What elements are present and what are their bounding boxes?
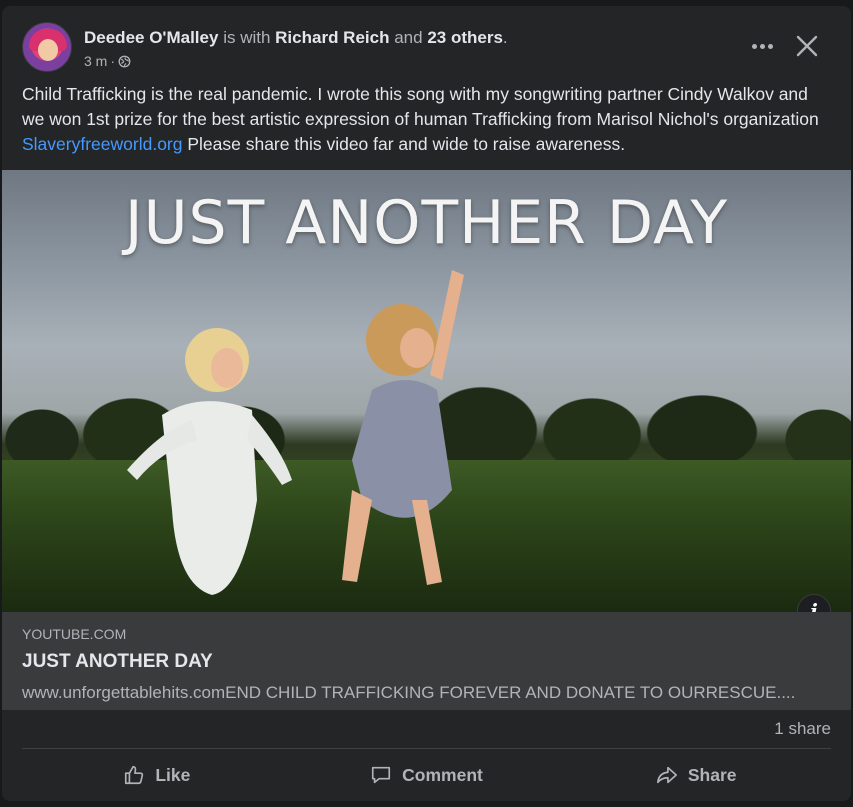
video-thumbnail[interactable]: JUST ANOTHER DAY i xyxy=(2,170,851,612)
author-line-period: . xyxy=(502,28,508,47)
author-name[interactable]: Deedee O'Malley xyxy=(84,28,218,47)
and-text: and xyxy=(394,28,423,47)
close-button[interactable] xyxy=(789,28,825,64)
with-text: is with xyxy=(223,28,271,47)
post-text-end: Please share this video far and wide to … xyxy=(182,134,626,154)
globe-icon[interactable] xyxy=(118,55,131,68)
close-icon xyxy=(796,35,818,57)
author-line: Deedee O'Malley is with Richard Reich an… xyxy=(84,28,508,48)
comment-bubble-icon xyxy=(372,766,391,784)
tagged-others[interactable]: 23 others xyxy=(427,28,503,47)
post-text-link[interactable]: Slaveryfreeworld.org xyxy=(22,134,182,154)
more-icon xyxy=(751,43,757,49)
post-actions: Like Comment Share xyxy=(22,754,831,796)
like-label: Like xyxy=(155,764,191,785)
post-header: Deedee O'Malley is with Richard Reich an… xyxy=(22,20,835,74)
meta-dot: · xyxy=(110,53,116,69)
post-meta: 3 m · xyxy=(84,53,131,69)
post-text-body: Child Trafficking is the real pandemic. … xyxy=(22,84,819,129)
share-button[interactable]: Share xyxy=(561,754,831,796)
comment-button[interactable]: Comment xyxy=(292,754,562,796)
link-title: JUST ANOTHER DAY xyxy=(22,651,213,672)
tagged-person[interactable]: Richard Reich xyxy=(275,28,389,47)
share-arrow-icon xyxy=(656,766,677,784)
thumbs-up-icon xyxy=(125,765,144,785)
post-text: Child Trafficking is the real pandemic. … xyxy=(22,82,833,157)
author-avatar[interactable] xyxy=(22,22,72,72)
link-preview[interactable]: YOUTUBE.COM JUST ANOTHER DAY www.unforge… xyxy=(2,612,851,710)
post-card: Deedee O'Malley is with Richard Reich an… xyxy=(2,6,851,801)
more-options-button[interactable] xyxy=(747,34,777,58)
actions-divider xyxy=(22,748,831,749)
thumbnail-girl-right xyxy=(342,270,464,585)
share-label: Share xyxy=(687,764,737,785)
thumbnail-girl-left xyxy=(127,328,292,595)
like-button[interactable]: Like xyxy=(22,754,292,796)
link-domain: YOUTUBE.COM xyxy=(22,626,127,642)
post-time[interactable]: 3 m xyxy=(84,53,107,69)
avatar-face xyxy=(38,39,58,61)
thumbnail-title: JUST ANOTHER DAY xyxy=(124,188,729,258)
share-count[interactable]: 1 share xyxy=(774,719,831,739)
comment-label: Comment xyxy=(402,764,483,785)
link-description: www.unforgettablehits.comEND CHILD TRAFF… xyxy=(22,683,796,702)
